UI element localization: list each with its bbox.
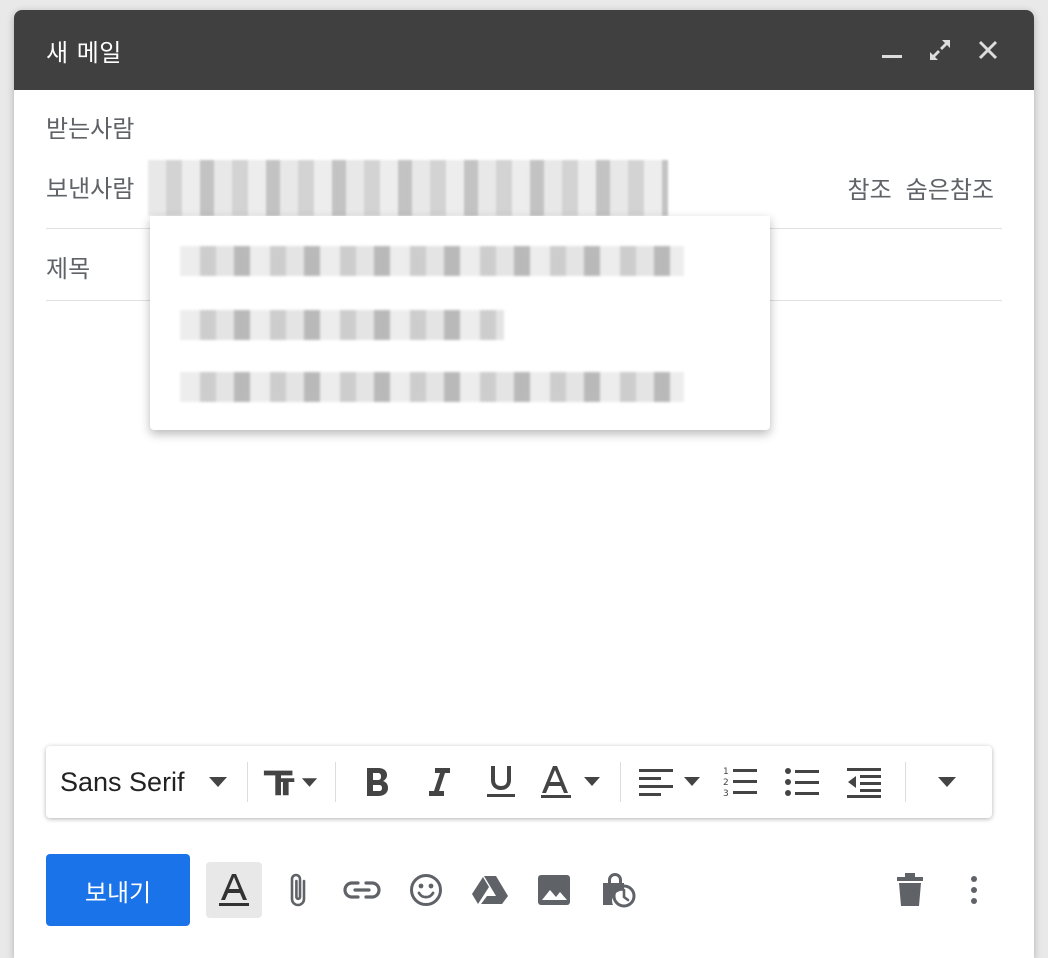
confidential-mode-button[interactable] xyxy=(590,862,646,918)
text-size-button[interactable] xyxy=(262,758,321,806)
text-color-button[interactable] xyxy=(536,758,606,806)
attach-button[interactable] xyxy=(270,862,326,918)
toolbar-separator xyxy=(247,762,249,802)
trash-icon xyxy=(897,873,923,906)
from-label: 보낸사람 xyxy=(46,174,135,203)
bold-button[interactable] xyxy=(350,758,404,806)
insert-link-button[interactable] xyxy=(334,862,390,918)
italic-button[interactable] xyxy=(412,758,466,806)
window-title: 새 메일 xyxy=(46,38,122,67)
confidential-icon xyxy=(603,873,636,908)
more-options-button[interactable] xyxy=(946,862,1002,918)
numbered-list-button[interactable]: 123 xyxy=(713,758,767,806)
underline-button[interactable] xyxy=(474,758,528,806)
numbered-list-icon: 123 xyxy=(723,767,758,799)
indent-less-button[interactable] xyxy=(837,758,891,806)
bulleted-list-icon xyxy=(785,768,820,796)
sender-dropdown xyxy=(150,216,770,430)
chevron-down-icon xyxy=(209,777,228,787)
compose-actions: 보내기 xyxy=(46,854,1002,926)
more-formatting-button[interactable] xyxy=(920,758,974,806)
drive-button[interactable] xyxy=(462,862,518,918)
bulleted-list-button[interactable] xyxy=(775,758,829,806)
cc-bcc-links: 참조 숨은참조 xyxy=(848,170,995,205)
subject-label: 제목 xyxy=(46,254,91,283)
indent-less-icon xyxy=(847,768,882,798)
minimize-button[interactable] xyxy=(874,32,910,68)
svg-text:2: 2 xyxy=(723,778,729,788)
send-button[interactable]: 보내기 xyxy=(46,854,190,926)
toolbar-separator xyxy=(905,762,906,802)
toolbar-separator xyxy=(335,762,337,802)
svg-text:3: 3 xyxy=(723,789,729,799)
discard-draft-button[interactable] xyxy=(882,862,938,918)
text-size-icon xyxy=(264,770,318,796)
align-icon xyxy=(639,769,701,796)
compose-titlebar[interactable]: 새 메일 xyxy=(14,10,1034,90)
more-formatting-icon xyxy=(938,777,956,787)
font-name: Sans Serif xyxy=(60,766,185,797)
formatting-toolbar: Sans Serif 123 xyxy=(46,746,992,818)
emoji-button[interactable] xyxy=(398,862,454,918)
right-actions xyxy=(874,862,1002,918)
formatting-options-button[interactable] xyxy=(206,862,262,918)
underline-icon xyxy=(487,766,516,797)
toolbar-separator xyxy=(620,762,622,802)
svg-text:1: 1 xyxy=(723,767,729,777)
link-icon xyxy=(343,881,381,899)
align-button[interactable] xyxy=(635,758,705,806)
bcc-link[interactable]: 숨은참조 xyxy=(906,170,994,205)
sender-address-redacted[interactable] xyxy=(148,160,668,216)
close-button[interactable] xyxy=(970,32,1006,68)
cc-link[interactable]: 참조 xyxy=(848,170,892,205)
photo-icon xyxy=(538,875,570,905)
compose-window: 새 메일 받는사람 보낸사람 참조 숨은참조 제목 Sans Serif 1 2… xyxy=(14,10,1034,958)
expand-icon xyxy=(930,40,950,60)
sender-option-redacted[interactable] xyxy=(180,372,684,402)
to-label: 받는사람 xyxy=(46,114,135,143)
sender-option-redacted[interactable] xyxy=(180,246,684,276)
insert-photo-button[interactable] xyxy=(526,862,582,918)
attach-icon xyxy=(290,873,306,907)
italic-icon xyxy=(429,768,451,796)
bold-icon xyxy=(367,768,389,796)
formatting-options-icon xyxy=(219,874,249,906)
close-icon xyxy=(978,40,998,60)
drive-icon xyxy=(472,876,508,904)
minimize-icon xyxy=(882,55,902,58)
emoji-icon xyxy=(410,874,442,906)
to-field[interactable]: 받는사람 xyxy=(46,106,1002,146)
more-options-icon xyxy=(971,876,977,904)
font-select[interactable]: Sans Serif xyxy=(60,767,237,798)
sender-option-redacted[interactable] xyxy=(180,310,504,340)
text-color-icon xyxy=(541,766,601,798)
expand-button[interactable] xyxy=(922,32,958,68)
